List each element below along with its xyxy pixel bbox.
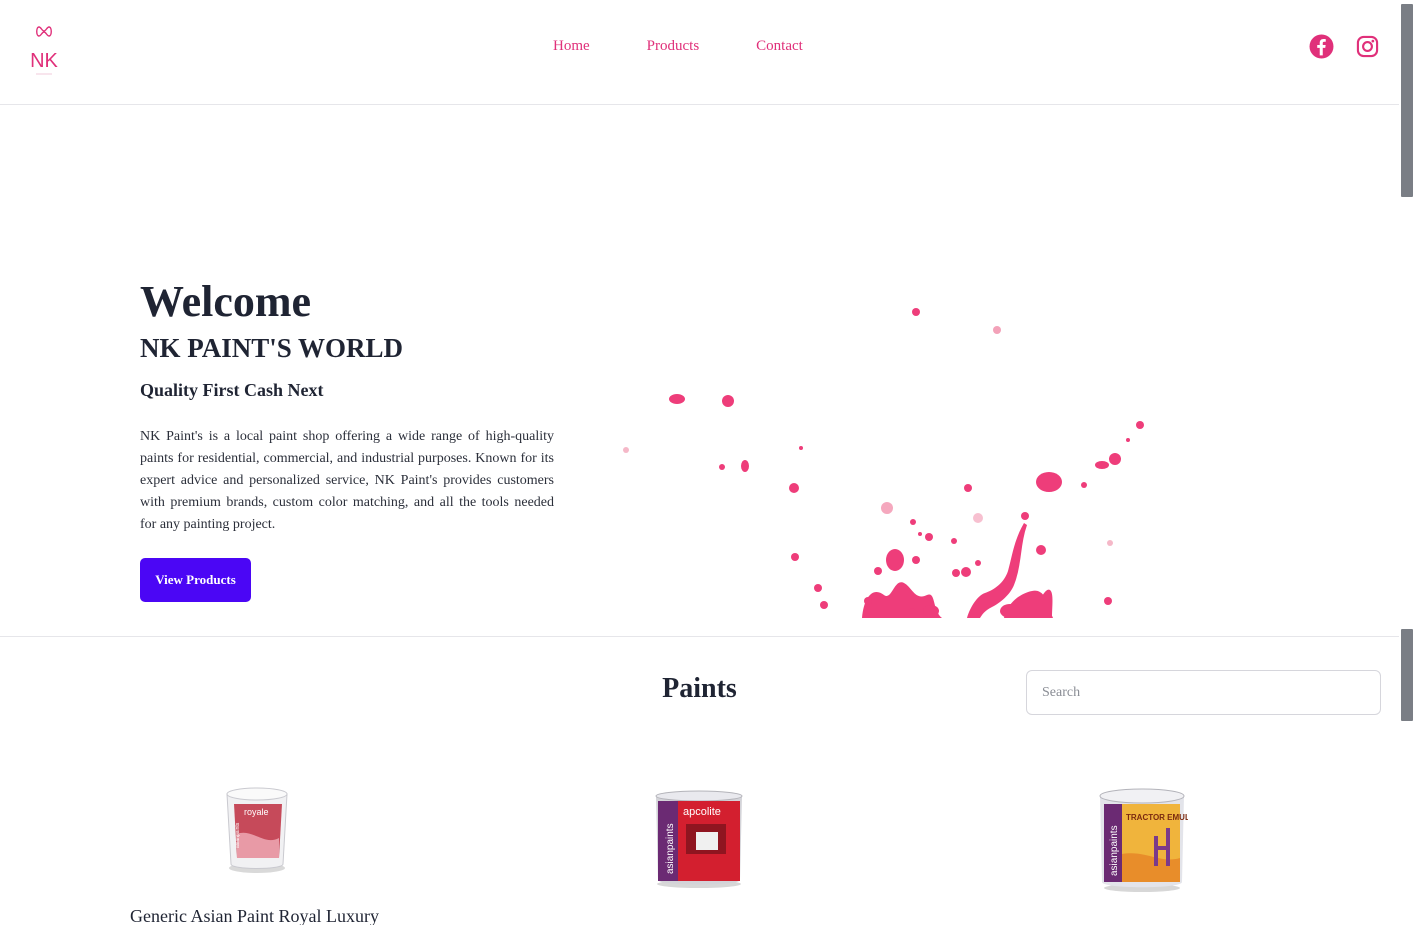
hero-description: NK Paint's is a local paint shop offerin… <box>140 429 554 532</box>
nav-contact[interactable]: Contact <box>756 38 803 55</box>
logo-text: NK <box>30 50 58 72</box>
product-image-apcolite[interactable]: apcolite asianpaints <box>652 788 746 888</box>
section-divider <box>0 636 1399 637</box>
paint-splash-image <box>623 308 1144 618</box>
hero-tagline: Quality First Cash Next <box>140 380 324 400</box>
can-label-royale: royale <box>244 807 269 817</box>
product-image-royale[interactable]: royale asianpaints <box>222 784 292 874</box>
can-brand-label: asianpaints <box>1109 825 1120 876</box>
hero-title: Welcome <box>140 277 312 326</box>
can-brand-label: asianpaints <box>235 822 241 848</box>
hero-subtitle: NK PAINT'S WORLD <box>140 333 404 363</box>
instagram-icon[interactable] <box>1354 33 1380 59</box>
product-image-tractor[interactable]: TRACTOR EMULSION asianpaints <box>1096 784 1188 892</box>
scrollbar-thumb[interactable] <box>1401 4 1413 197</box>
nav-products[interactable]: Products <box>647 38 700 55</box>
main-nav: Home Products Contact <box>553 38 803 55</box>
search-input[interactable] <box>1026 670 1381 715</box>
scrollbar-thumb-secondary[interactable] <box>1401 629 1413 721</box>
nav-home[interactable]: Home <box>553 38 590 55</box>
can-brand-label: asianpaints <box>665 823 676 874</box>
can-label-tractor: TRACTOR EMULSION <box>1126 813 1188 822</box>
site-header: NK Home Products Contact <box>0 0 1399 105</box>
view-products-button[interactable]: View Products <box>140 558 251 602</box>
facebook-icon[interactable] <box>1308 33 1334 59</box>
nk-logo-icon[interactable]: NK <box>28 24 60 78</box>
product-name[interactable]: Generic Asian Paint Royal Luxury <box>130 906 379 925</box>
can-label-apcolite: apcolite <box>683 806 721 818</box>
